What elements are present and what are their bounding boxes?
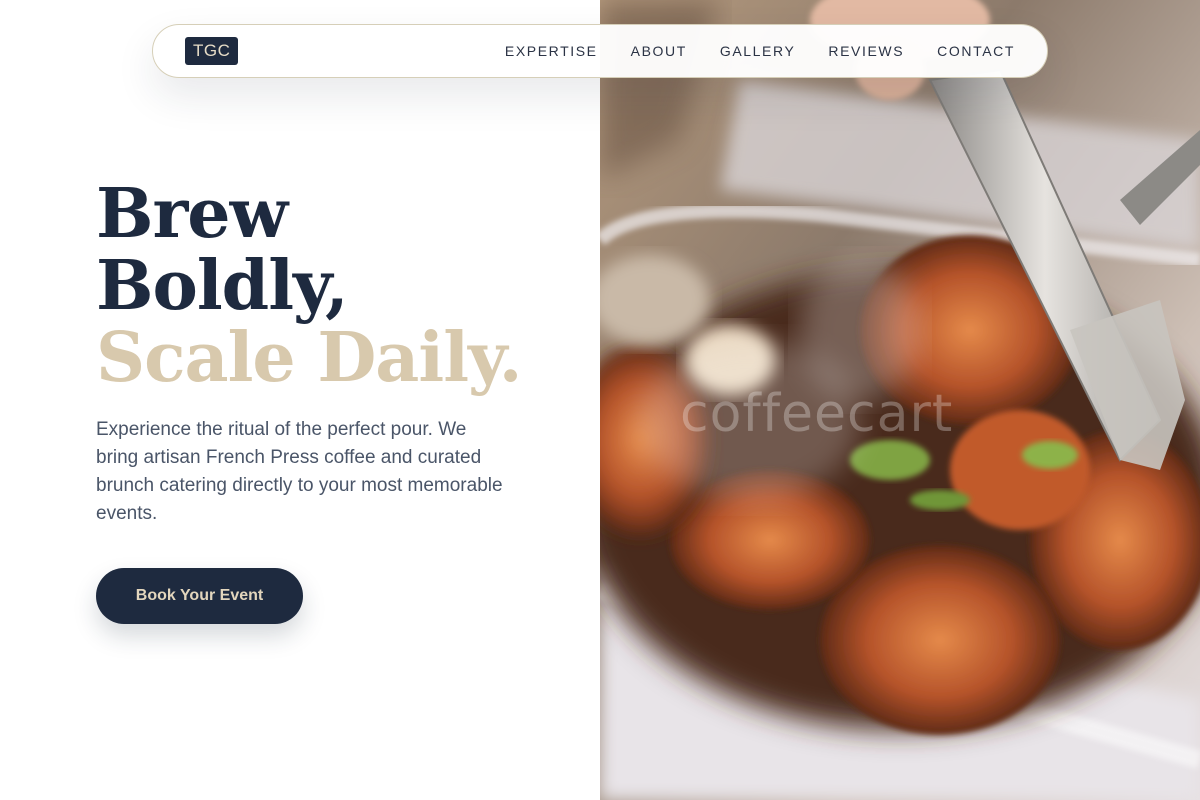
- hero-title-line-1: Brew: [96, 174, 288, 254]
- top-navigation: TGC EXPERTISE ABOUT GALLERY REVIEWS CONT…: [152, 24, 1048, 78]
- hero-food-image: coffeecart: [600, 0, 1200, 800]
- hero-title-line-3: Scale Daily.: [96, 318, 522, 398]
- nav-links: EXPERTISE ABOUT GALLERY REVIEWS CONTACT: [505, 43, 1015, 59]
- hero-title: Brew Boldly, Scale Daily.: [96, 174, 522, 398]
- nav-link-reviews[interactable]: REVIEWS: [828, 43, 904, 59]
- image-watermark: coffeecart: [680, 384, 954, 444]
- nav-link-contact[interactable]: CONTACT: [937, 43, 1015, 59]
- nav-link-expertise[interactable]: EXPERTISE: [505, 43, 598, 59]
- hero-title-line-2: Boldly,: [96, 246, 349, 326]
- book-event-button[interactable]: Book Your Event: [96, 568, 303, 624]
- brand-logo[interactable]: TGC: [185, 37, 239, 65]
- hero-description: Experience the ritual of the perfect pou…: [96, 419, 503, 524]
- nav-link-gallery[interactable]: GALLERY: [720, 43, 796, 59]
- nav-link-about[interactable]: ABOUT: [631, 43, 687, 59]
